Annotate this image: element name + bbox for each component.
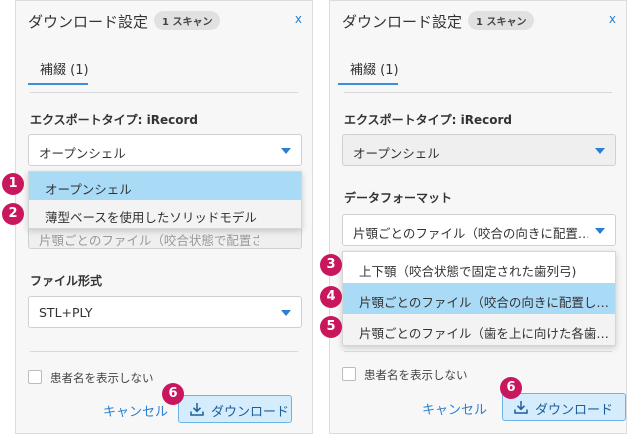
export-type-label: エクスポートタイプ: iRecord	[344, 113, 512, 127]
dialog-title: ダウンロード設定 1 スキャン	[342, 11, 535, 32]
export-type-dropdown: オープンシェル 薄型ベースを使用したソリッドモデル	[28, 171, 302, 229]
close-icon[interactable]: x	[609, 12, 616, 26]
divider	[344, 92, 612, 93]
data-format-dropdown: 上下顎（咬合状態で固定された歯列弓) 片顎ごとのファイル（咬合の向きに配置し… …	[342, 251, 616, 346]
tab-active-indicator	[28, 83, 88, 85]
export-type-select[interactable]: オープンシェル	[28, 134, 302, 166]
file-format-select[interactable]: STL+PLY	[28, 296, 302, 328]
data-format-value: 片顎ごとのファイル（咬合の向きに配置…	[353, 226, 588, 241]
callout-marker-1: 1	[2, 173, 24, 195]
callout-marker-4: 4	[320, 286, 342, 308]
tab-active-indicator	[338, 83, 398, 85]
data-format-label: データフォーマット	[344, 191, 453, 205]
cancel-button[interactable]: キャンセル	[103, 401, 168, 420]
option-per-arch-occlusal[interactable]: 片顎ごとのファイル（咬合の向きに配置し…	[343, 283, 615, 314]
callout-marker-2: 2	[2, 203, 24, 225]
download-button[interactable]: ダウンロード	[178, 395, 292, 423]
data-format-value: 片顎ごとのファイル（咬合状態で配置さ	[39, 233, 259, 248]
option-both-arches[interactable]: 上下顎（咬合状態で固定された歯列弓)	[343, 252, 615, 283]
download-label: ダウンロード	[535, 403, 614, 418]
scan-count-badge: 1 スキャン	[468, 11, 535, 30]
chevron-down-icon	[595, 228, 605, 234]
download-icon	[190, 403, 204, 416]
download-settings-dialog-left: ダウンロード設定 1 スキャン x 補綴 (1) エクスポートタイプ: iReco…	[15, 0, 313, 434]
tab-prosthetics[interactable]: 補綴 (1)	[350, 59, 399, 78]
callout-marker-5: 5	[320, 316, 342, 338]
chevron-down-icon	[595, 148, 605, 154]
option-open-shell[interactable]: オープンシェル	[29, 172, 301, 200]
file-format-value: STL+PLY	[39, 305, 93, 320]
divider	[30, 92, 298, 93]
dialog-header: ダウンロード設定 1 スキャン x	[16, 1, 312, 41]
callout-marker-3: 3	[320, 254, 342, 276]
file-format-label: ファイル形式	[30, 274, 103, 288]
export-type-label: エクスポートタイプ: iRecord	[30, 113, 198, 127]
hide-patient-label: 患者名を表示しない	[364, 368, 468, 382]
scan-count-badge: 1 スキャン	[154, 11, 221, 30]
download-icon	[514, 401, 528, 414]
chevron-down-icon	[281, 310, 291, 316]
option-solid-model[interactable]: 薄型ベースを使用したソリッドモデル	[29, 200, 301, 228]
download-settings-dialog-right: ダウンロード設定 1 スキャン x 補綴 (1) エクスポートタイプ: iReco…	[329, 0, 627, 434]
close-icon[interactable]: x	[295, 12, 302, 26]
export-type-value: オープンシェル	[353, 146, 440, 161]
download-button[interactable]: ダウンロード	[502, 393, 626, 421]
dialog-title: ダウンロード設定 1 スキャン	[28, 11, 221, 32]
export-type-select[interactable]: オープンシェル	[342, 134, 616, 166]
hide-patient-label: 患者名を表示しない	[50, 371, 154, 385]
dialog-header: ダウンロード設定 1 スキャン x	[330, 1, 626, 41]
cancel-button[interactable]: キャンセル	[422, 399, 487, 418]
divider	[344, 351, 612, 352]
chevron-down-icon	[281, 148, 291, 154]
data-format-select[interactable]: 片顎ごとのファイル（咬合の向きに配置…	[342, 214, 616, 246]
hide-patient-checkbox[interactable]	[28, 370, 42, 384]
divider	[30, 351, 298, 352]
callout-marker-6: 6	[500, 377, 522, 399]
tab-prosthetics[interactable]: 補綴 (1)	[40, 59, 89, 78]
hide-patient-checkbox[interactable]	[342, 367, 356, 381]
option-per-arch-teeth-up[interactable]: 片顎ごとのファイル（歯を上に向けた各歯…	[343, 314, 615, 345]
download-label: ダウンロード	[211, 405, 290, 420]
export-type-value: オープンシェル	[39, 146, 126, 161]
callout-marker-6: 6	[162, 383, 184, 405]
